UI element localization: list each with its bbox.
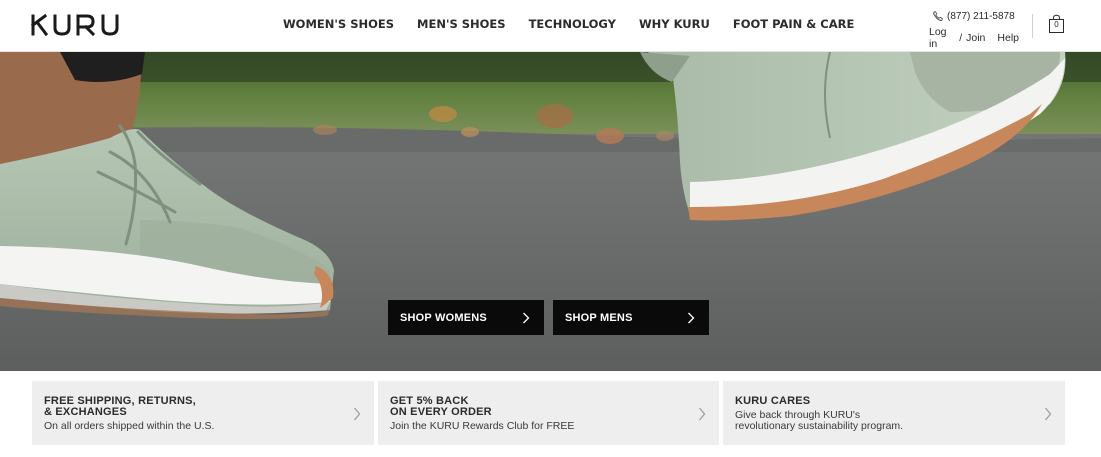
shop-womens-label: SHOP WOMENS — [400, 311, 487, 324]
kuru-logo[interactable] — [31, 13, 127, 37]
promo-band: FREE SHIPPING, RETURNS, & EXCHANGES On a… — [0, 371, 1101, 457]
phone-icon — [932, 11, 943, 22]
cart-count: 0 — [1054, 20, 1059, 29]
chevron-right-icon — [523, 312, 530, 323]
nav-womens-shoes[interactable]: WOMEN'S SHOES — [283, 17, 394, 31]
chevron-right-icon — [354, 407, 361, 421]
utility-links: (877) 211-5878 Log in / Join Help — [929, 10, 1019, 51]
promo-title-line2: & EXCHANGES — [44, 406, 127, 418]
chevron-right-icon — [688, 312, 695, 323]
promo-subtitle-line2: revolutionary sustainability program. — [735, 420, 904, 432]
nav-why-kuru[interactable]: WHY KURU — [639, 17, 710, 31]
shop-womens-button[interactable]: SHOP WOMENS — [388, 300, 544, 335]
phone-link[interactable]: (877) 211-5878 — [929, 10, 1019, 22]
nav-technology[interactable]: TECHNOLOGY — [529, 17, 616, 31]
promo-title-line1: KURU CARES — [735, 395, 811, 407]
promo-free-shipping[interactable]: FREE SHIPPING, RETURNS, & EXCHANGES On a… — [32, 381, 374, 445]
main-nav: WOMEN'S SHOES MEN'S SHOES TECHNOLOGY WHY… — [283, 17, 854, 31]
promo-subtitle: Join the KURU Rewards Club for FREE — [390, 420, 575, 432]
chevron-right-icon — [699, 407, 706, 421]
site-header: WOMEN'S SHOES MEN'S SHOES TECHNOLOGY WHY… — [0, 0, 1101, 52]
promo-subtitle: On all orders shipped within the U.S. — [44, 420, 215, 432]
cart-button[interactable]: 0 — [1048, 14, 1065, 34]
login-link[interactable]: Log in — [929, 26, 955, 50]
promo-kuru-cares[interactable]: KURU CARES Give back through KURU's revo… — [723, 381, 1065, 445]
phone-number: (877) 211-5878 — [947, 10, 1015, 22]
header-divider — [1032, 14, 1033, 38]
nav-mens-shoes[interactable]: MEN'S SHOES — [417, 17, 506, 31]
promo-title-line2: ON EVERY ORDER — [390, 406, 492, 418]
promo-rewards[interactable]: GET 5% BACK ON EVERY ORDER Join the KURU… — [378, 381, 719, 445]
hero-image — [0, 52, 1101, 371]
nav-foot-pain-care[interactable]: FOOT PAIN & CARE — [733, 17, 855, 31]
chevron-right-icon — [1045, 407, 1052, 421]
link-separator: / — [959, 32, 963, 44]
shop-mens-button[interactable]: SHOP MENS — [553, 300, 709, 335]
shop-mens-label: SHOP MENS — [565, 311, 633, 324]
help-link[interactable]: Help — [997, 32, 1019, 44]
kuru-logo-mark — [31, 13, 119, 37]
account-links: Log in / Join Help — [929, 26, 1019, 50]
hero-banner: SHOP WOMENS SHOP MENS — [0, 52, 1101, 371]
join-link[interactable]: Join — [966, 32, 985, 44]
